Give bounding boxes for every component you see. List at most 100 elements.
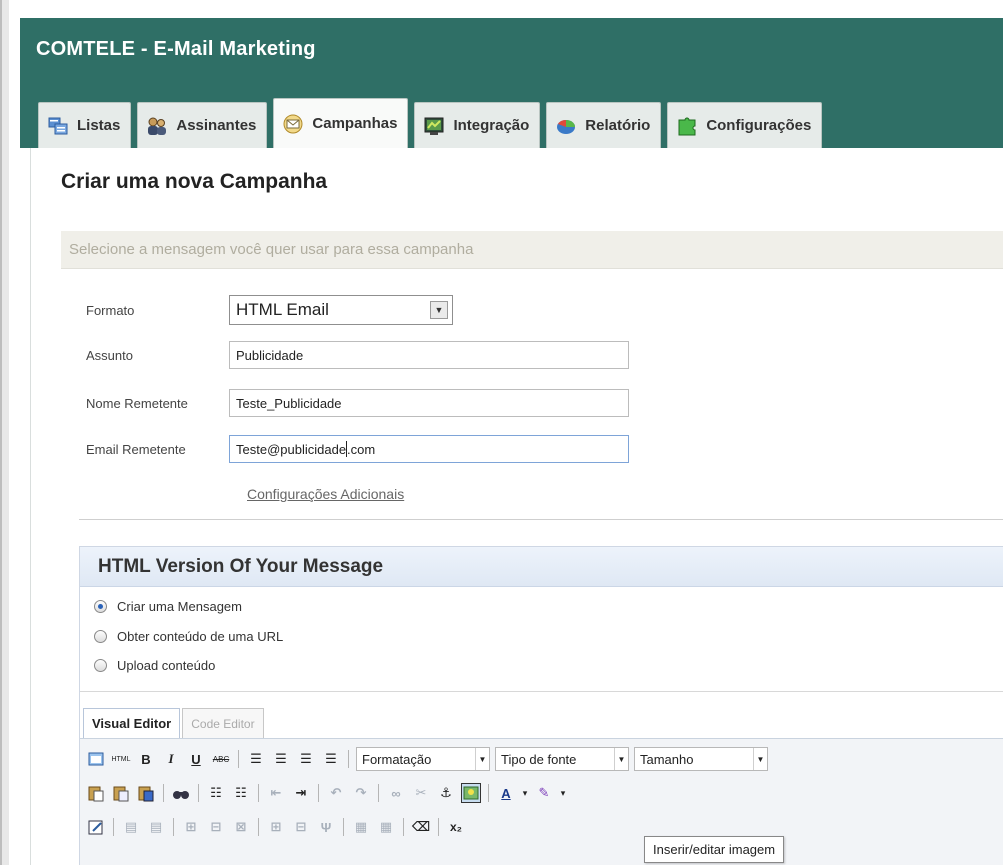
radio-upload-content[interactable]: Upload conteúdo: [94, 658, 215, 673]
link-icon[interactable]: ∞: [386, 783, 406, 803]
tab-integracao[interactable]: Integração: [414, 102, 541, 148]
merge-cells-icon[interactable]: ⊞: [266, 817, 286, 837]
chevron-down-icon[interactable]: ▼: [475, 748, 489, 770]
paste-text-icon[interactable]: [111, 783, 131, 803]
sender-name-field[interactable]: Teste_Publicidade: [229, 389, 629, 417]
format-dropdown-value: Formatação: [362, 751, 432, 767]
chevron-down-icon[interactable]: ▾: [521, 783, 529, 803]
panel-divider: [80, 691, 1003, 692]
toolbar-separator: [163, 784, 164, 802]
format-select[interactable]: HTML Email ▼: [229, 295, 453, 325]
strikethrough-button[interactable]: ABC: [211, 749, 231, 769]
subject-value: Publicidade: [236, 347, 304, 363]
toolbar-separator: [348, 750, 349, 768]
unlink-icon[interactable]: ✂: [411, 783, 431, 803]
tab-relatorio[interactable]: Relatório: [546, 102, 662, 148]
tab-label: Listas: [77, 117, 121, 134]
align-center-icon[interactable]: ☰: [271, 749, 291, 769]
sender-name-label: Nome Remetente: [86, 395, 188, 411]
chevron-down-icon[interactable]: ▼: [753, 748, 767, 770]
users-icon: [146, 115, 168, 137]
align-right-icon[interactable]: ☰: [296, 749, 316, 769]
find-icon[interactable]: [171, 783, 191, 803]
table-props-icon[interactable]: ▦: [376, 817, 396, 837]
tab-code-editor[interactable]: Code Editor: [182, 708, 264, 738]
toolbar-separator: [198, 784, 199, 802]
underline-button[interactable]: U: [186, 749, 206, 769]
tab-listas[interactable]: Listas: [38, 102, 132, 148]
main-content: Criar uma nova Campanha Selecione a mens…: [30, 148, 1003, 865]
anchor-icon[interactable]: ⚓: [436, 783, 456, 803]
sender-email-value-end: .com: [347, 441, 376, 457]
subject-field[interactable]: Publicidade: [229, 341, 629, 369]
tab-assinantes[interactable]: Assinantes: [137, 102, 268, 148]
toolbar-row-1: HTML B I U ABC ☰ ☰ ☰ ☰ Formatação ▼ Tipo…: [86, 746, 768, 772]
font-family-value: Tipo de fonte: [501, 751, 577, 767]
undo-icon[interactable]: ↶: [326, 783, 346, 803]
radio-url-content[interactable]: Obter conteúdo de uma URL: [94, 629, 283, 644]
tab-visual-editor[interactable]: Visual Editor: [83, 708, 181, 738]
format-row: Formato HTML Email ▼: [86, 295, 453, 325]
delete-row-icon[interactable]: ▤: [146, 817, 166, 837]
editor-tabs: Visual Editor Code Editor: [83, 708, 264, 738]
tab-configuracoes[interactable]: Configurações: [667, 102, 823, 148]
highlight-color-icon[interactable]: ✎: [534, 783, 554, 803]
format-dropdown[interactable]: Formatação ▼: [356, 747, 490, 771]
insert-col-icon[interactable]: ⊞: [181, 817, 201, 837]
bullet-list-icon[interactable]: ☷: [206, 783, 226, 803]
text-color-icon[interactable]: A: [496, 783, 516, 803]
bold-button[interactable]: B: [136, 749, 156, 769]
delete-col-icon[interactable]: ⊠: [231, 817, 251, 837]
integration-icon: [423, 115, 445, 137]
tab-label: Campanhas: [312, 115, 398, 132]
radio-label: Criar uma Mensagem: [117, 599, 242, 614]
redo-icon[interactable]: ↷: [351, 783, 371, 803]
envelope-icon: [282, 113, 304, 135]
page-title: Criar uma nova Campanha: [61, 170, 328, 193]
paste-icon[interactable]: [86, 783, 106, 803]
toolbar-separator: [343, 818, 344, 836]
toolbar-row-2: ☷ ☷ ⇤ ⇥ ↶ ↷ ∞ ✂ ⚓ A ▾ ✎ ▾: [86, 780, 567, 806]
radio-button[interactable]: [94, 630, 107, 643]
radio-button[interactable]: [94, 600, 107, 613]
chevron-down-icon[interactable]: ▼: [614, 748, 628, 770]
paste-word-icon[interactable]: [136, 783, 156, 803]
sender-name-row: Nome Remetente Teste_Publicidade: [86, 389, 629, 417]
html-source-button[interactable]: HTML: [111, 749, 131, 769]
sender-email-field[interactable]: Teste@publicidade .com: [229, 435, 629, 463]
fullscreen-icon[interactable]: [86, 749, 106, 769]
format-label: Formato: [86, 302, 135, 318]
tab-label: Integração: [453, 117, 530, 134]
align-justify-icon[interactable]: ☰: [321, 749, 341, 769]
font-size-dropdown[interactable]: Tamanho ▼: [634, 747, 768, 771]
tab-campanhas[interactable]: Campanhas: [273, 98, 409, 148]
html-panel-title: HTML Version Of Your Message: [80, 547, 1003, 587]
row-props-icon[interactable]: Ψ: [316, 817, 336, 837]
indent-icon[interactable]: ⇥: [291, 783, 311, 803]
font-family-dropdown[interactable]: Tipo de fonte ▼: [495, 747, 629, 771]
toolbar-separator: [173, 818, 174, 836]
table-icon[interactable]: ▦: [351, 817, 371, 837]
align-left-icon[interactable]: ☰: [246, 749, 266, 769]
subscript-button[interactable]: x₂: [446, 817, 466, 837]
split-cell-icon[interactable]: ⊟: [206, 817, 226, 837]
subject-row: Assunto Publicidade: [86, 341, 629, 369]
remove-format-icon[interactable]: ⌫: [411, 817, 431, 837]
chevron-down-icon[interactable]: ▼: [430, 301, 448, 319]
italic-button[interactable]: I: [161, 749, 181, 769]
toolbar-separator: [258, 818, 259, 836]
editor-toolbar: HTML B I U ABC ☰ ☰ ☰ ☰ Formatação ▼ Tipo…: [80, 738, 1003, 865]
edit-css-icon[interactable]: [86, 817, 106, 837]
radio-button[interactable]: [94, 659, 107, 672]
toolbar-separator: [438, 818, 439, 836]
radio-create-message[interactable]: Criar uma Mensagem: [94, 599, 242, 614]
insert-row-icon[interactable]: ▤: [121, 817, 141, 837]
additional-settings-link[interactable]: Configurações Adicionais: [247, 486, 404, 502]
outdent-icon[interactable]: ⇤: [266, 783, 286, 803]
html-version-panel: HTML Version Of Your Message Criar uma M…: [79, 546, 1003, 865]
image-icon[interactable]: [461, 783, 481, 803]
sender-email-label: Email Remetente: [86, 441, 186, 457]
chevron-down-icon[interactable]: ▾: [559, 783, 567, 803]
cell-props-icon[interactable]: ⊟: [291, 817, 311, 837]
numbered-list-icon[interactable]: ☷: [231, 783, 251, 803]
